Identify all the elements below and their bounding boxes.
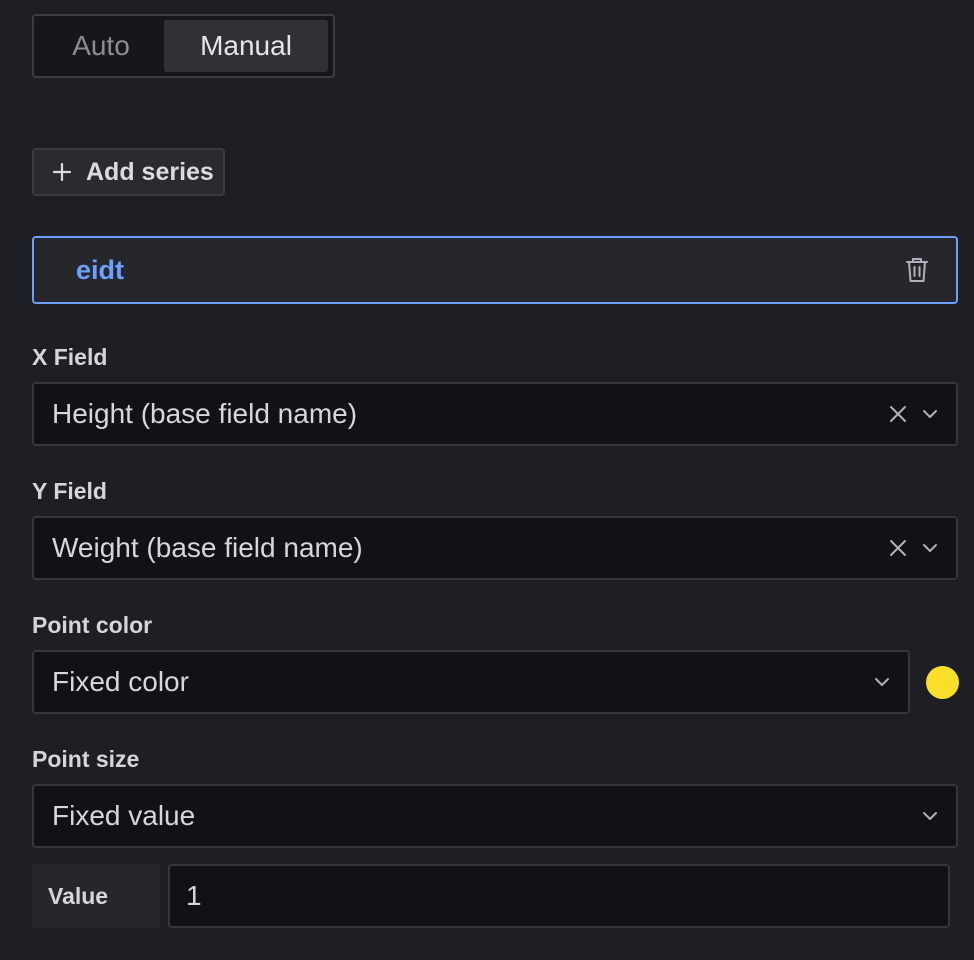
toggle-auto[interactable]: Auto <box>38 20 164 72</box>
size-value-input[interactable] <box>168 864 950 928</box>
point-size-select[interactable]: Fixed value <box>32 784 958 848</box>
mode-toggle: Auto Manual <box>32 14 335 78</box>
clear-icon[interactable] <box>888 404 908 424</box>
chevron-down-icon <box>875 678 889 686</box>
x-field-value: Height (base field name) <box>52 398 358 429</box>
color-swatch[interactable] <box>926 666 959 699</box>
chevron-down-icon <box>923 544 937 552</box>
x-field-select[interactable]: Height (base field name) <box>32 382 958 446</box>
plus-icon <box>52 162 72 182</box>
add-series-button[interactable]: Add series <box>32 148 225 196</box>
point-size-value: Fixed value <box>52 800 196 831</box>
toggle-manual[interactable]: Manual <box>164 20 328 72</box>
y-field-label: Y Field <box>32 478 107 504</box>
size-value-label: Value <box>32 864 160 928</box>
x-field-label: X Field <box>32 344 108 370</box>
add-series-label: Add series <box>86 157 214 186</box>
trash-icon[interactable] <box>904 256 930 284</box>
chevron-down-icon <box>923 812 937 820</box>
series-name: eidt <box>76 254 125 285</box>
point-color-value: Fixed color <box>52 666 189 697</box>
point-color-select[interactable]: Fixed color <box>32 650 910 714</box>
point-size-label: Point size <box>32 746 140 772</box>
y-field-value: Weight (base field name) <box>52 532 363 563</box>
point-color-label: Point color <box>32 612 153 638</box>
series-item[interactable]: eidt <box>32 236 958 304</box>
clear-icon[interactable] <box>888 538 908 558</box>
chevron-down-icon <box>923 410 937 418</box>
y-field-select[interactable]: Weight (base field name) <box>32 516 958 580</box>
